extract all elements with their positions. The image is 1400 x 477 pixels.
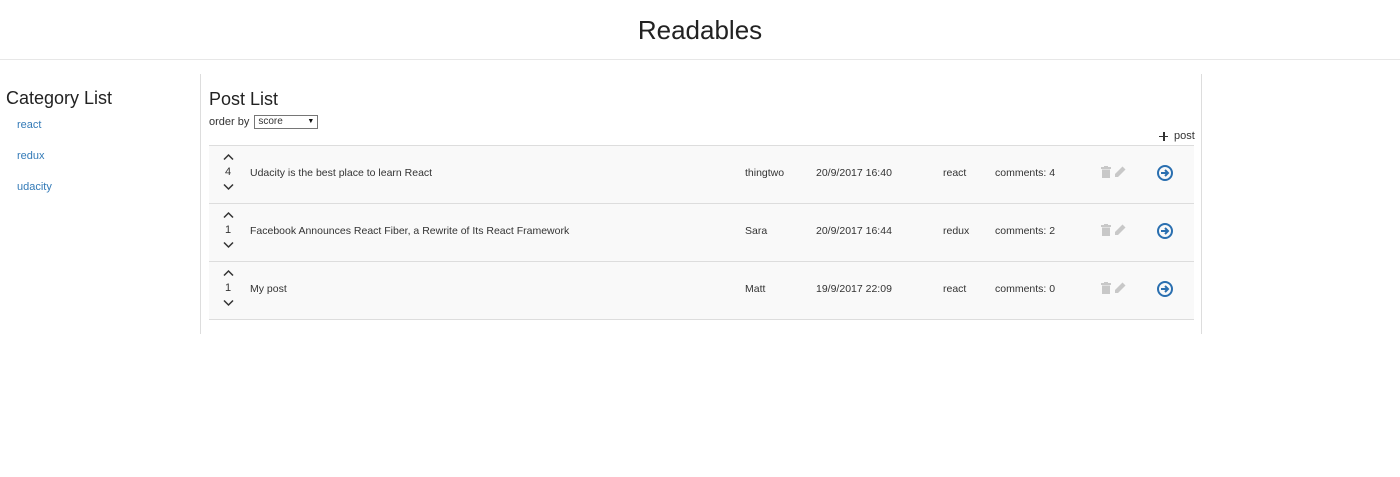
chevron-up-icon [222,269,234,277]
trash-icon [1101,224,1111,236]
chevron-down-icon [222,241,234,249]
delete-post-button[interactable] [1101,166,1111,182]
post-table: 4 Udacity is the best place to learn Rea… [209,145,1194,320]
arrow-circle-right-icon [1157,165,1173,181]
post-date: 20/9/2017 16:44 [816,225,892,237]
post-list-heading: Post List [209,89,279,109]
open-post-button[interactable] [1157,165,1173,185]
post-comment-count: comments: 4 [995,167,1056,179]
order-by-label: order by [209,116,250,128]
order-by-control: order by score ▼ [209,115,319,129]
category-panel: Category List react redux udacity [6,86,186,211]
post-title: Facebook Announces React Fiber, a Rewrit… [250,225,570,237]
dropdown-caret-icon: ▼ [307,118,315,125]
post-author: Matt [745,283,766,295]
edit-post-button[interactable] [1114,224,1126,240]
app-header: Readables [0,0,1400,60]
vote-control: 1 [221,210,235,252]
open-post-button[interactable] [1157,281,1173,301]
plus-icon [1159,131,1168,141]
category-link-redux[interactable]: redux [17,149,186,180]
post-author: thingtwo [745,167,785,179]
downvote-button[interactable] [221,240,235,252]
post-comment-count: comments: 2 [995,225,1056,237]
post-score: 4 [224,166,232,178]
app-title: Readables [637,15,763,45]
pencil-icon [1115,282,1126,293]
category-link-udacity[interactable]: udacity [17,180,186,211]
post-row: 1 My post Matt 19/9/2017 22:09 react com… [209,262,1194,320]
post-actions [1101,282,1126,298]
post-row: 1 Facebook Announces React Fiber, a Rewr… [209,204,1194,262]
vote-control: 1 [221,268,235,310]
post-score: 1 [224,224,232,236]
post-category: react [943,167,967,179]
downvote-button[interactable] [221,182,235,194]
edit-post-button[interactable] [1114,282,1126,298]
post-category: react [943,283,967,295]
trash-icon [1101,282,1111,294]
category-heading: Category List [6,88,113,108]
post-category: redux [943,225,970,237]
pencil-icon [1115,224,1126,235]
open-post-button[interactable] [1157,223,1173,243]
chevron-down-icon [222,299,234,307]
post-title: Udacity is the best place to learn React [250,167,433,179]
order-by-select[interactable]: score ▼ [254,115,319,129]
edit-post-button[interactable] [1114,166,1126,182]
delete-post-button[interactable] [1101,282,1111,298]
arrow-circle-right-icon [1157,281,1173,297]
pencil-icon [1115,166,1126,177]
add-post-label: post [1174,130,1195,142]
order-by-value: score [258,116,283,127]
trash-icon [1101,166,1111,178]
chevron-down-icon [222,183,234,191]
post-score: 1 [224,282,232,294]
category-list: react redux udacity [6,118,186,211]
post-comment-count: comments: 0 [995,283,1056,295]
post-date: 20/9/2017 16:40 [816,167,892,179]
post-row: 4 Udacity is the best place to learn Rea… [209,146,1194,204]
post-date: 19/9/2017 22:09 [816,283,892,295]
upvote-button[interactable] [221,210,235,222]
vote-control: 4 [221,152,235,194]
upvote-button[interactable] [221,268,235,280]
delete-post-button[interactable] [1101,224,1111,240]
downvote-button[interactable] [221,298,235,310]
post-author: Sara [745,225,768,237]
post-list-panel: Post List order by score ▼ post 4 Udacit… [200,74,1202,334]
chevron-up-icon [222,153,234,161]
chevron-up-icon [222,211,234,219]
add-post-button[interactable]: post [1159,130,1195,142]
post-title: My post [250,283,287,295]
category-link-react[interactable]: react [17,118,186,149]
post-actions [1101,166,1126,182]
upvote-button[interactable] [221,152,235,164]
post-actions [1101,224,1126,240]
arrow-circle-right-icon [1157,223,1173,239]
